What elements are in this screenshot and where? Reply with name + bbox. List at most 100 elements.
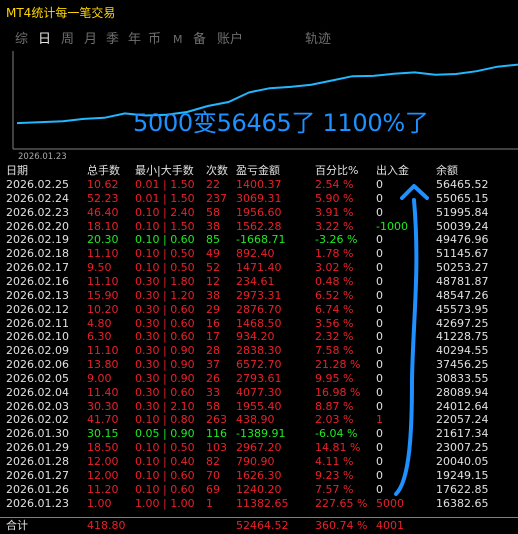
row-pnl: 2838.30 — [236, 344, 282, 358]
row-io: 0 — [376, 288, 383, 302]
row-io: 0 — [376, 316, 383, 330]
row-pnl: 2973.31 — [236, 288, 282, 302]
tab-yearly[interactable]: 年 — [128, 31, 141, 49]
row-pnl: 790.90 — [236, 455, 275, 468]
table-row[interactable]: 2026.02.23 46.40 0.10 | 2.40 58 1956.60 3.91 … — [0, 206, 518, 220]
table-row[interactable]: 2026.02.13 15.90 0.30 | 1.20 38 2973.31 6.52 … — [0, 289, 518, 303]
title-bar: MT4统计每一笔交易 — [0, 0, 518, 27]
row-io: 0 — [376, 385, 383, 399]
tab-daily[interactable]: 日 — [38, 31, 51, 49]
header-balance[interactable]: 余额 — [436, 164, 458, 178]
table-row[interactable]: 2026.01.29 18.50 0.10 | 0.50 103 2967.20 14.8… — [0, 441, 518, 455]
tab-quarterly[interactable]: 季 — [106, 31, 119, 49]
header-lots[interactable]: 总手数 — [87, 164, 120, 178]
row-minmax: 0.30 | 0.90 — [135, 344, 195, 358]
row-count: 237 — [206, 191, 227, 205]
table-row[interactable]: 2026.02.16 11.10 0.30 | 1.80 12 234.61 0.48 %… — [0, 275, 518, 289]
row-date: 2026.01.29 — [6, 441, 69, 455]
row-io: 0 — [376, 275, 383, 288]
row-count: 22 — [206, 178, 220, 191]
tab-monthly[interactable]: 月 — [84, 31, 97, 49]
row-percent: 7.58 % — [315, 344, 354, 358]
table-row[interactable]: 2026.02.11 4.80 0.30 | 0.60 16 1468.50 3.56 %… — [0, 317, 518, 331]
row-date: 2026.02.17 — [6, 261, 69, 275]
row-date: 2026.02.25 — [6, 178, 69, 191]
header-count[interactable]: 次数 — [206, 164, 228, 178]
tab-weekly[interactable]: 周 — [61, 31, 74, 49]
table-row[interactable]: 2026.02.02 41.70 0.10 | 0.80 263 438.90 2.03 … — [0, 413, 518, 427]
table-header: 日期 总手数 最小|大手数 次数 盈亏金额 百分比% 出入金 余额 — [0, 164, 518, 178]
row-io: 0 — [376, 482, 383, 496]
row-date: 2026.02.19 — [6, 233, 69, 247]
tab-notes[interactable]: 备 — [193, 31, 206, 49]
row-lots: 11.10 — [87, 247, 119, 261]
row-date: 2026.02.11 — [6, 316, 69, 330]
row-io: 0 — [376, 178, 383, 191]
table-row[interactable]: 2026.02.20 18.10 0.10 | 1.50 38 1562.28 3.22 … — [0, 220, 518, 234]
row-minmax: 1.00 | 1.00 — [135, 496, 195, 510]
table-row[interactable]: 2026.01.26 11.20 0.10 | 0.60 69 1240.20 7.57 … — [0, 483, 518, 497]
row-date: 2026.02.06 — [6, 358, 69, 371]
table-row[interactable]: 2026.01.27 12.00 0.10 | 0.60 70 1626.30 9.23 … — [0, 469, 518, 483]
row-balance: 37456.25 — [436, 358, 489, 371]
table-row[interactable]: 2026.01.28 12.00 0.10 | 0.40 82 790.90 4.11 %… — [0, 455, 518, 469]
row-count: 26 — [206, 371, 220, 385]
table-row[interactable]: 2026.02.09 11.10 0.30 | 0.90 28 2838.30 7.58 … — [0, 344, 518, 358]
row-balance: 51145.67 — [436, 247, 489, 261]
header-io[interactable]: 出入金 — [376, 164, 409, 178]
row-date: 2026.02.20 — [6, 219, 69, 233]
tab-account[interactable]: 账户 — [217, 31, 243, 49]
tab-magic[interactable]: M — [173, 31, 183, 49]
table-row[interactable]: 2026.02.05 9.00 0.30 | 0.90 26 2793.61 9.95 %… — [0, 372, 518, 386]
row-pnl: 3069.31 — [236, 191, 282, 205]
row-date: 2026.02.24 — [6, 191, 69, 205]
row-lots: 15.90 — [87, 288, 119, 302]
table-row[interactable]: 2026.02.18 11.10 0.10 | 0.50 49 892.40 1.78 %… — [0, 247, 518, 261]
row-balance: 21617.34 — [436, 427, 489, 441]
tab-overview[interactable]: 综 — [15, 31, 28, 49]
row-pnl: 1471.40 — [236, 261, 282, 275]
row-lots: 10.20 — [87, 302, 119, 316]
row-pnl: 234.61 — [236, 275, 275, 288]
row-io: 0 — [376, 302, 383, 316]
table-row[interactable]: 2026.02.19 20.30 0.10 | 0.60 85 -1668.71 -3.2… — [0, 233, 518, 247]
table-row[interactable]: 2026.02.17 9.50 0.10 | 0.50 52 1471.40 3.02 %… — [0, 261, 518, 275]
row-io: 0 — [376, 468, 383, 482]
row-percent: 14.81 % — [315, 441, 361, 455]
row-percent: 9.95 % — [315, 371, 354, 385]
table-row[interactable]: 2026.01.30 30.15 0.05 | 0.90 116 -1389.91 -6.… — [0, 427, 518, 441]
table-row[interactable]: 2026.02.12 10.20 0.30 | 0.60 29 2876.70 6.74 … — [0, 303, 518, 317]
row-percent: 2.03 % — [315, 413, 354, 427]
row-minmax: 0.10 | 0.40 — [135, 455, 195, 468]
header-percent[interactable]: 百分比% — [315, 164, 358, 178]
row-balance: 45573.95 — [436, 302, 489, 316]
tab-symbol[interactable]: 币 — [148, 31, 161, 49]
row-date: 2026.02.09 — [6, 344, 69, 358]
row-pnl: 438.90 — [236, 413, 275, 427]
row-balance: 49476.96 — [436, 233, 489, 247]
tab-track[interactable]: 轨迹 — [305, 31, 331, 49]
header-pnl[interactable]: 盈亏金额 — [236, 164, 280, 178]
row-lots: 20.30 — [87, 233, 119, 247]
table-row[interactable]: 2026.01.23 1.00 1.00 | 1.00 1 11382.65 227.65… — [0, 497, 518, 511]
header-minmax[interactable]: 最小|大手数 — [135, 164, 194, 178]
totals-lots: 418.80 — [87, 519, 126, 532]
row-balance: 22057.24 — [436, 413, 489, 427]
row-pnl: 934.20 — [236, 330, 275, 344]
row-count: 69 — [206, 482, 220, 496]
table-row[interactable]: 2026.02.04 11.40 0.30 | 0.60 33 4077.30 16.98… — [0, 386, 518, 400]
row-percent: 6.52 % — [315, 288, 354, 302]
row-lots: 11.20 — [87, 482, 119, 496]
table-row[interactable]: 2026.02.03 30.30 0.30 | 2.10 58 1955.40 8.87 … — [0, 400, 518, 414]
row-minmax: 0.10 | 1.50 — [135, 219, 195, 233]
row-percent: 2.32 % — [315, 330, 354, 344]
row-lots: 4.80 — [87, 316, 112, 330]
table-row[interactable]: 2026.02.24 52.23 0.01 | 1.50 237 3069.31 5.90… — [0, 192, 518, 206]
table-row[interactable]: 2026.02.10 6.30 0.30 | 0.60 17 934.20 2.32 % 0… — [0, 330, 518, 344]
row-minmax: 0.10 | 0.50 — [135, 247, 195, 261]
row-lots: 13.80 — [87, 358, 119, 371]
row-lots: 46.40 — [87, 205, 119, 219]
table-row[interactable]: 2026.02.25 10.62 0.01 | 1.50 22 1400.37 2.54 … — [0, 178, 518, 192]
table-row[interactable]: 2026.02.06 13.80 0.30 | 0.90 37 6572.70 21.28… — [0, 358, 518, 372]
header-date[interactable]: 日期 — [6, 164, 28, 178]
